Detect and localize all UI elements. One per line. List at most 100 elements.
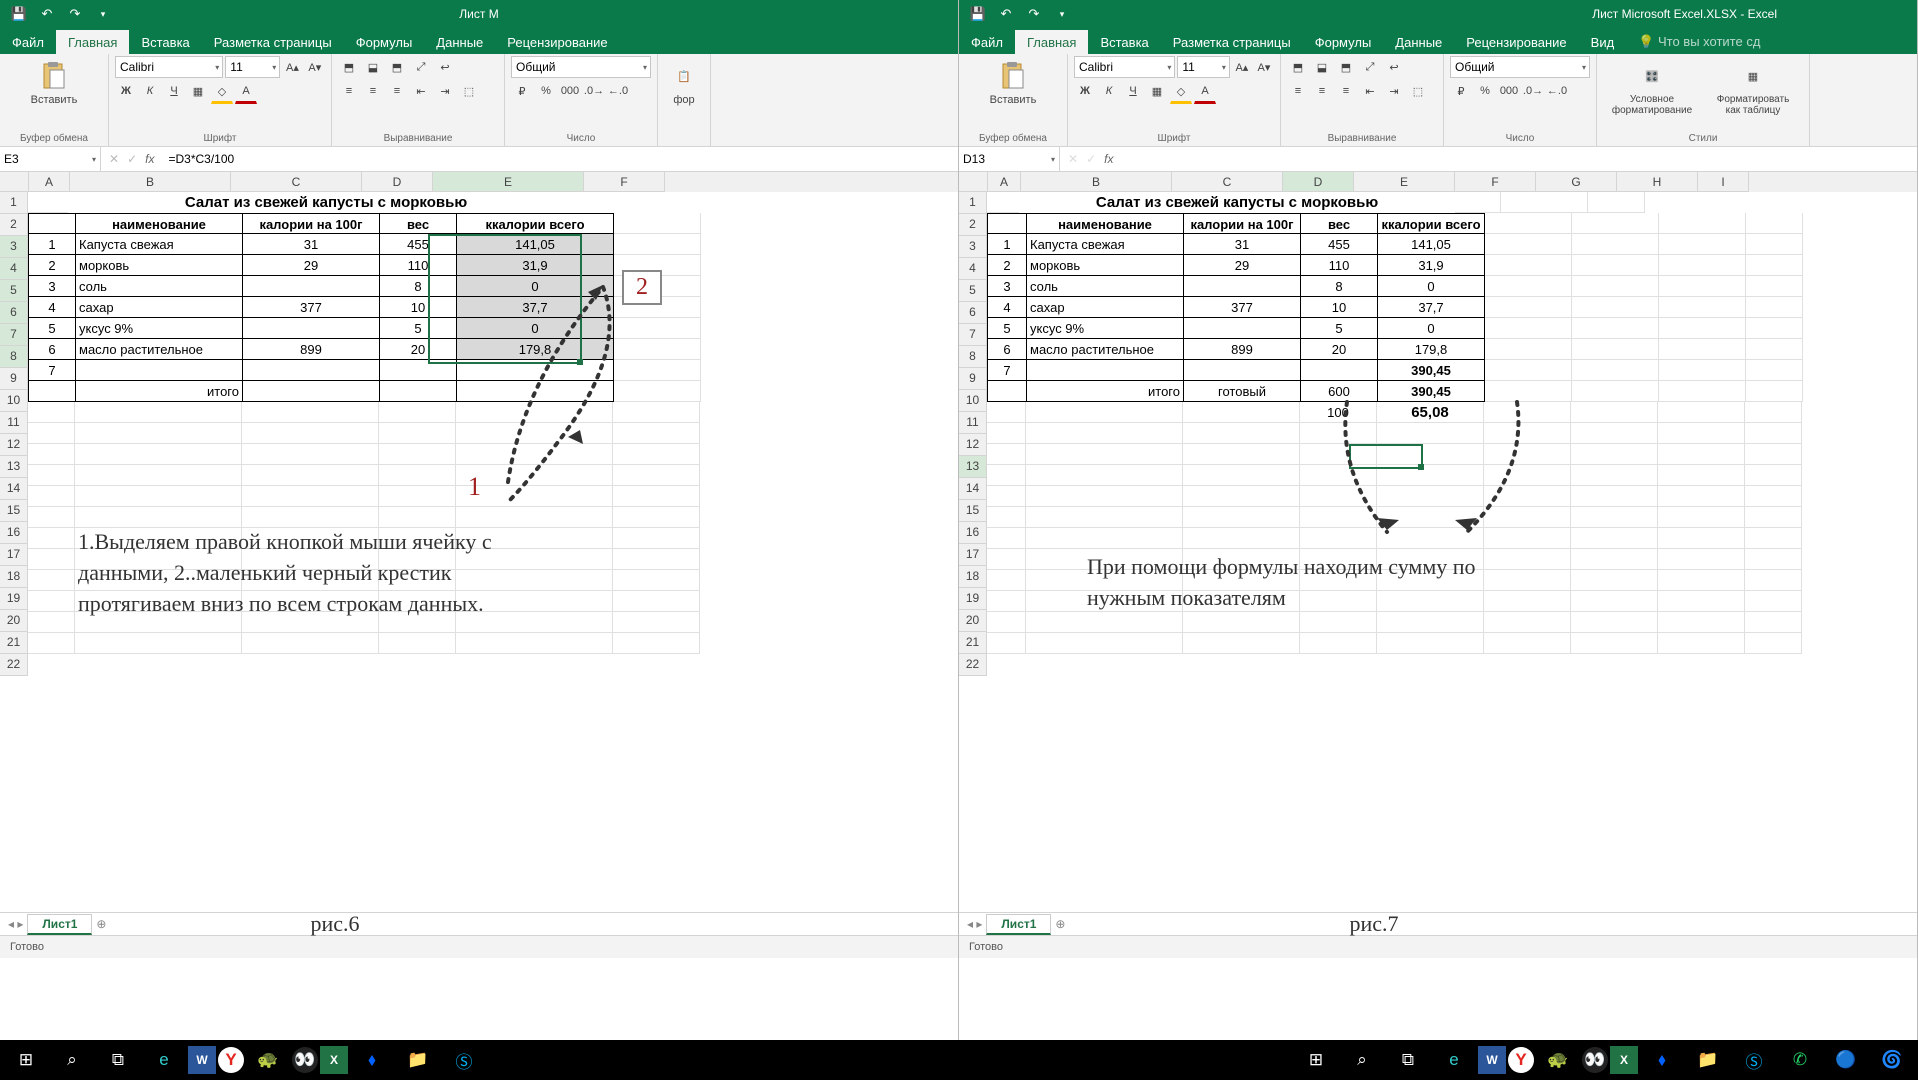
row-header[interactable]: 10 [0,390,28,412]
cell[interactable] [613,528,700,549]
indent-dec-icon[interactable]: ⇤ [410,80,432,102]
row-header[interactable]: 17 [959,544,987,566]
cell[interactable] [28,570,75,591]
align-center-icon[interactable]: ≡ [362,80,384,102]
cell[interactable] [1745,465,1802,486]
cell[interactable] [1484,507,1571,528]
row-header[interactable]: 1 [959,192,987,214]
cell[interactable]: 390,45 [1378,381,1485,402]
qat-dropdown-icon[interactable]: ▾ [92,3,114,25]
cell[interactable] [1300,486,1377,507]
col-header[interactable]: A [988,172,1021,192]
ribbon-tab[interactable]: Вставка [1088,30,1160,54]
ribbon-tab[interactable]: Данные [1383,30,1454,54]
cell[interactable] [1659,360,1746,381]
cell[interactable] [457,360,614,381]
number-format-combo[interactable]: Общий [1450,56,1590,78]
edge-icon[interactable]: e [1432,1040,1476,1080]
cell[interactable] [1659,339,1746,360]
formula-bar[interactable]: =D3*C3/100 [162,152,958,166]
cell[interactable] [75,465,242,486]
cell[interactable] [1746,381,1803,402]
cell[interactable] [1658,507,1745,528]
cell[interactable] [243,381,380,402]
cell[interactable]: 29 [1184,255,1301,276]
cell[interactable]: вес [380,213,457,234]
fill-color-button[interactable]: ◇ [1170,80,1192,104]
col-header[interactable]: E [1354,172,1455,192]
cell[interactable]: соль [76,276,243,297]
cell[interactable] [1571,402,1658,423]
cell[interactable]: Салат из свежей капусты с морковью [1019,192,1455,213]
cell[interactable] [1485,360,1572,381]
ribbon-tab[interactable]: Файл [959,30,1015,54]
cell[interactable]: сахар [1027,297,1184,318]
col-header[interactable]: D [362,172,433,192]
row-header[interactable]: 19 [0,588,28,610]
row-header[interactable]: 3 [959,236,987,258]
skype-icon[interactable]: Ⓢ [1732,1040,1776,1080]
cell[interactable]: 100 [1300,402,1377,423]
cell[interactable] [1026,633,1183,654]
cell[interactable] [614,360,701,381]
row-header[interactable]: 15 [0,500,28,522]
cell[interactable]: готовый [1184,381,1301,402]
cell[interactable] [28,444,75,465]
cell[interactable] [28,381,76,402]
cell[interactable] [1745,612,1802,633]
cell[interactable] [1571,591,1658,612]
ribbon-tab[interactable]: Данные [424,30,495,54]
row-header[interactable]: 22 [959,654,987,676]
cell[interactable]: 141,05 [457,234,614,255]
cell[interactable] [456,633,613,654]
cell[interactable] [1484,612,1571,633]
row-header[interactable]: 10 [959,390,987,412]
font-color-button[interactable]: A [1194,80,1216,104]
cell[interactable]: 141,05 [1378,234,1485,255]
cell[interactable] [1377,633,1484,654]
word-icon[interactable]: W [188,1046,216,1074]
row-header[interactable]: 20 [0,610,28,632]
cell[interactable]: 20 [1301,339,1378,360]
row-header[interactable]: 17 [0,544,28,566]
currency-icon[interactable]: ₽ [511,80,533,102]
cell[interactable] [1184,360,1301,381]
cell[interactable]: 390,45 [1378,360,1485,381]
ribbon-tab[interactable]: Главная [56,30,129,54]
start-icon[interactable]: ⊞ [4,1040,48,1080]
cell[interactable] [1485,339,1572,360]
cell[interactable] [1184,318,1301,339]
cell[interactable] [28,633,75,654]
cell[interactable] [1588,192,1645,213]
cell[interactable]: 6 [28,339,76,360]
app-icon[interactable]: 🌀 [1870,1040,1914,1080]
cell[interactable]: ккалории всего [1378,213,1485,234]
cell[interactable] [1745,528,1802,549]
cell[interactable] [379,423,456,444]
row-header[interactable]: 19 [959,588,987,610]
cell[interactable] [1658,423,1745,444]
cell[interactable] [243,360,380,381]
col-header[interactable]: B [70,172,231,192]
cell[interactable] [380,381,457,402]
align-left-icon[interactable]: ≡ [338,80,360,102]
cell[interactable] [1183,507,1300,528]
cell[interactable] [75,633,242,654]
cell[interactable] [1027,360,1184,381]
row-header[interactable]: 14 [959,478,987,500]
cell[interactable]: морковь [1027,255,1184,276]
cell[interactable] [1746,213,1803,234]
cell[interactable]: 2 [28,255,76,276]
row-header[interactable]: 21 [0,632,28,654]
cell[interactable]: 3 [28,276,76,297]
cell[interactable] [1485,276,1572,297]
orientation-icon[interactable]: ⤢ [410,56,432,78]
cell[interactable] [614,234,701,255]
cell[interactable] [1746,339,1803,360]
underline-button[interactable]: Ч [163,80,185,102]
font-size-combo[interactable]: 11 [225,56,280,78]
row-header[interactable]: 8 [0,346,28,368]
row-header[interactable]: 2 [0,214,28,236]
cell[interactable] [1745,633,1802,654]
cell[interactable] [242,402,379,423]
